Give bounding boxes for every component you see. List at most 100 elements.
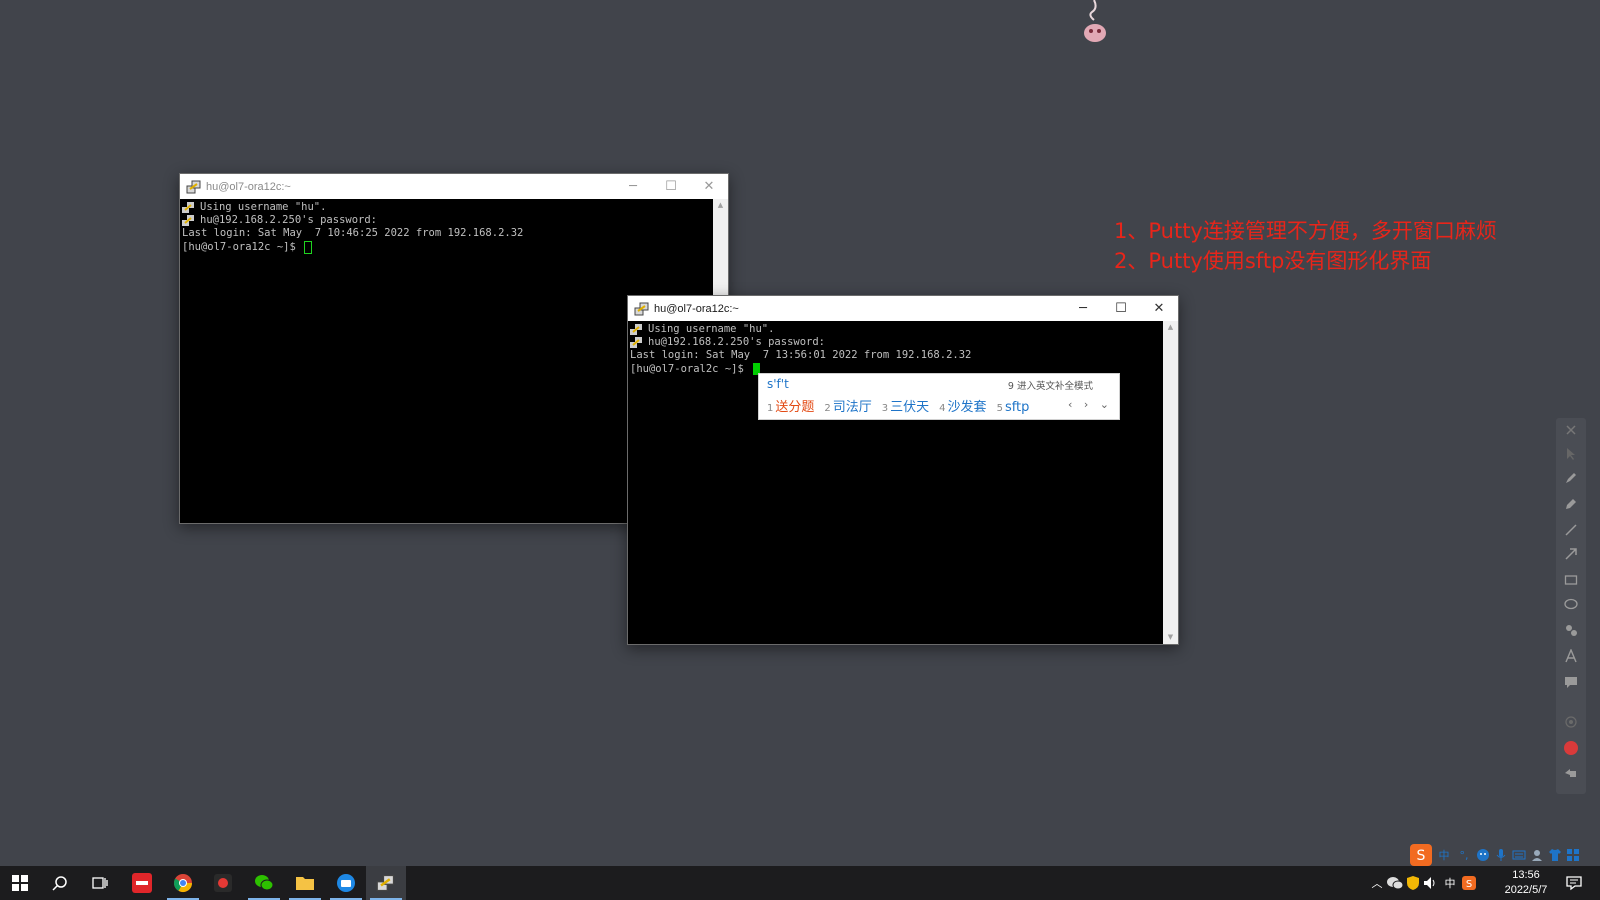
taskbar-clock[interactable]: 13:56 2022/5/7 — [1496, 868, 1556, 898]
putty-icon — [186, 180, 201, 193]
annotation-line-2: 2、Putty使用sftp没有图形化界面 — [1114, 249, 1432, 273]
taskbar-app-recorder[interactable] — [203, 866, 243, 900]
system-tray: ︿ 中 S — [1368, 866, 1478, 900]
taskbar-app-red[interactable] — [122, 866, 162, 900]
putty-icon — [634, 302, 649, 315]
start-button[interactable] — [0, 866, 40, 900]
ime-page-nav[interactable]: ‹ › ⌄ — [1068, 398, 1113, 411]
svg-text:S: S — [1466, 879, 1472, 890]
ime-candidate[interactable]: 4 沙发套 — [939, 396, 986, 415]
emoji-icon[interactable] — [1476, 848, 1490, 862]
terminal-line-text: Using username "hu". — [648, 323, 775, 335]
vertical-scrollbar[interactable]: ▲ ▼ — [1163, 321, 1178, 644]
undo-icon[interactable] — [1563, 766, 1579, 782]
terminal-line: hu@192.168.2.250's password: — [182, 214, 713, 227]
terminal-line: Last login: Sat May 7 10:46:25 2022 from… — [182, 227, 713, 240]
terminal-line-text: Using username "hu". — [200, 201, 327, 213]
taskbar-app-explorer[interactable] — [285, 866, 325, 900]
chrome-icon — [174, 874, 192, 893]
task-view-button[interactable] — [80, 866, 120, 900]
ellipse-tool-icon[interactable] — [1563, 596, 1579, 612]
highlighter-icon[interactable] — [1563, 496, 1579, 512]
volume-icon[interactable] — [1422, 875, 1440, 891]
close-icon[interactable] — [1563, 422, 1579, 438]
user-icon[interactable] — [1530, 848, 1544, 862]
putty-event-icon — [182, 201, 194, 213]
clock-date: 2022/5/7 — [1504, 884, 1548, 896]
keyboard-icon[interactable] — [1512, 848, 1526, 862]
terminal-prompt: [hu@ol7-ora12c ~]$ — [182, 240, 303, 253]
maximize-button[interactable]: ☐ — [1102, 296, 1140, 321]
clock-time: 13:56 — [1512, 869, 1540, 881]
scroll-down-arrow-icon[interactable]: ▼ — [1163, 631, 1178, 644]
ime-status-bar[interactable]: S 中 °, — [1410, 844, 1580, 866]
task-view-icon — [92, 877, 108, 889]
putty-event-icon — [630, 336, 642, 348]
minimize-button[interactable]: ─ — [614, 174, 652, 199]
text-tool-icon[interactable] — [1563, 648, 1579, 664]
search-icon — [52, 876, 67, 891]
color-dot-icon[interactable] — [1563, 714, 1579, 730]
putty-event-icon — [182, 214, 194, 226]
terminal-line: hu@192.168.2.250's password: — [630, 336, 1163, 349]
putty-event-icon — [630, 323, 642, 335]
window-titlebar[interactable]: hu@ol7-ora12c:~ ─ ☐ ✕ — [180, 174, 728, 199]
record-icon[interactable] — [1563, 740, 1579, 756]
ime-candidate-popup[interactable]: s'f't 9 进入英文补全模式 1 送分题 2 司法厅 3 三伏天 4 沙发套 5 sf… — [758, 373, 1120, 420]
mosaic-tool-icon[interactable] — [1563, 622, 1579, 638]
ime-candidate[interactable]: 3 三伏天 — [882, 396, 929, 415]
red-app-icon — [132, 873, 152, 893]
ime-english-mode-hint[interactable]: 9 进入英文补全模式 — [1008, 378, 1093, 392]
minimize-button[interactable]: ─ — [1064, 296, 1102, 321]
ime-chinese-mode[interactable]: 中 — [1436, 847, 1452, 863]
ime-punctuation-mode[interactable]: °, — [1456, 849, 1472, 862]
taskbar-app-wechat[interactable] — [244, 866, 284, 900]
skin-shirt-icon[interactable] — [1548, 848, 1562, 862]
chevron-up-icon[interactable]: ︿ — [1368, 875, 1386, 891]
line-tool-icon[interactable] — [1563, 522, 1579, 538]
search-button[interactable] — [40, 866, 80, 900]
pen-icon[interactable] — [1563, 470, 1579, 486]
drawing-toolbar — [1556, 418, 1586, 794]
close-button[interactable]: ✕ — [1140, 296, 1178, 321]
terminal-line-text: hu@192.168.2.250's password: — [200, 214, 378, 227]
notification-icon — [1566, 876, 1582, 891]
arrow-tool-icon[interactable] — [1563, 546, 1579, 562]
terminal-line-text: Last login: Sat May 7 10:46:25 2022 from… — [182, 227, 524, 240]
scroll-up-arrow-icon[interactable]: ▲ — [713, 199, 728, 212]
sogou-logo-icon[interactable]: S — [1410, 844, 1432, 866]
input-language-indicator[interactable]: 中 — [1440, 875, 1460, 891]
close-button[interactable]: ✕ — [690, 174, 728, 199]
taskbar-app-putty[interactable] — [366, 866, 406, 900]
ime-candidate[interactable]: 1 送分题 — [767, 396, 814, 415]
terminal-line-text: Last login: Sat May 7 13:56:01 2022 from… — [630, 349, 972, 362]
taskbar-app-blue[interactable] — [326, 866, 366, 900]
pointer-icon[interactable] — [1563, 446, 1579, 462]
terminal-area[interactable]: Using username "hu". hu@192.168.2.250's … — [628, 321, 1163, 644]
window-titlebar[interactable]: hu@ol7-ora12c:~ ─ ☐ ✕ — [628, 296, 1178, 321]
scroll-up-arrow-icon[interactable]: ▲ — [1163, 321, 1178, 334]
windows-logo-icon — [12, 875, 28, 891]
window-title: hu@ol7-ora12c:~ — [206, 180, 291, 193]
notification-center-button[interactable] — [1554, 866, 1594, 900]
wechat-tray-icon[interactable] — [1386, 875, 1404, 891]
taskbar-app-chrome[interactable] — [163, 866, 203, 900]
toolbox-grid-icon[interactable] — [1566, 848, 1580, 862]
shield-icon[interactable] — [1404, 875, 1422, 891]
terminal-line: Last login: Sat May 7 13:56:01 2022 from… — [630, 349, 1163, 362]
sogou-tray-icon[interactable]: S — [1460, 875, 1478, 891]
putty-window-front[interactable]: hu@ol7-ora12c:~ ─ ☐ ✕ Using username "hu… — [627, 295, 1179, 645]
terminal-line: Using username "hu". — [182, 201, 713, 214]
maximize-button[interactable]: ☐ — [652, 174, 690, 199]
ime-candidate[interactable]: 2 司法厅 — [824, 396, 871, 415]
microphone-icon[interactable] — [1494, 848, 1508, 862]
terminal-prompt: [hu@ol7-oral2c ~]$ — [630, 362, 751, 375]
comment-tool-icon[interactable] — [1563, 674, 1579, 690]
folder-icon — [296, 877, 314, 890]
svg-text:S: S — [1417, 848, 1426, 864]
ime-candidate[interactable]: 5 sftp — [997, 400, 1030, 415]
rectangle-tool-icon[interactable] — [1563, 572, 1579, 588]
window-title: hu@ol7-ora12c:~ — [654, 302, 739, 315]
terminal-prompt-line: [hu@ol7-ora12c ~]$ — [182, 241, 713, 254]
screen-recorder-icon — [214, 874, 232, 892]
